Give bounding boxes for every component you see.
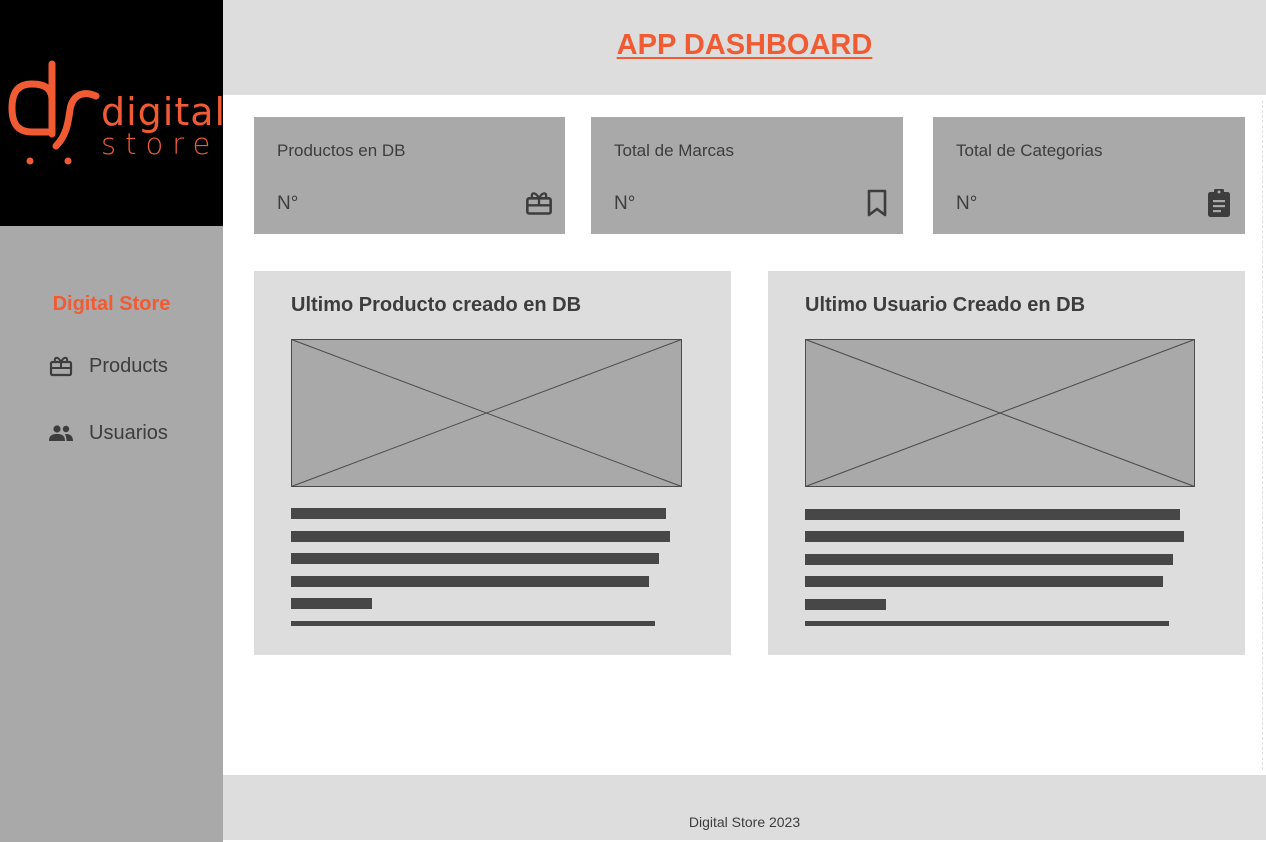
image-placeholder-icon xyxy=(805,339,1195,487)
text-placeholder-line xyxy=(291,576,649,587)
gift-box-icon xyxy=(48,353,74,379)
page-title: APP DASHBOARD xyxy=(616,29,873,61)
text-placeholder-line xyxy=(805,509,1180,520)
panel-last-user: Ultimo Usuario Creado en DB xyxy=(768,271,1245,655)
stat-title: Productos en DB xyxy=(277,141,406,160)
text-placeholder-line xyxy=(805,576,1163,587)
text-placeholder-line xyxy=(291,621,655,626)
panel-title: Ultimo Usuario Creado en DB xyxy=(805,294,1086,316)
image-placeholder-icon xyxy=(291,339,682,487)
text-placeholder-line xyxy=(291,508,666,519)
text-placeholder-line xyxy=(291,598,372,609)
sidebar-item-label: Products xyxy=(89,354,168,377)
sidebar: digital store Digital Store Products Usu… xyxy=(0,0,227,842)
logo-word-store: store xyxy=(101,127,220,161)
text-placeholder-line xyxy=(805,531,1184,542)
scroll-track[interactable] xyxy=(1262,100,1266,770)
dashboard-app: digital store Digital Store Products Usu… xyxy=(0,0,1266,842)
stat-title: Total de Marcas xyxy=(614,141,734,160)
bookmark-icon xyxy=(861,187,893,219)
footer-text: Digital Store 2023 xyxy=(688,814,801,830)
sidebar-brand[interactable]: Digital Store xyxy=(0,293,223,316)
sidebar-item-usuarios[interactable]: Usuarios xyxy=(48,418,168,448)
panel-title: Ultimo Producto creado en DB xyxy=(291,294,582,316)
cart-logo-icon xyxy=(8,60,100,165)
logo-word-digital: digital xyxy=(101,90,227,134)
footer: Digital Store 2023 xyxy=(223,775,1266,840)
stat-card-marcas: Total de Marcas N° xyxy=(591,117,903,234)
sidebar-item-products[interactable]: Products xyxy=(48,351,168,381)
text-placeholder-line xyxy=(291,553,659,564)
text-placeholder-line xyxy=(805,599,886,610)
logo[interactable]: digital store xyxy=(0,0,227,226)
panel-last-product: Ultimo Producto creado en DB xyxy=(254,271,731,655)
stat-card-productos: Productos en DB N° xyxy=(254,117,565,234)
stat-value: N° xyxy=(956,193,978,214)
text-placeholder-line xyxy=(805,621,1169,626)
gift-box-icon xyxy=(523,187,555,219)
clipboard-icon xyxy=(1203,187,1235,219)
users-icon xyxy=(48,420,74,446)
sidebar-item-label: Usuarios xyxy=(89,421,168,444)
stat-title: Total de Categorias xyxy=(956,141,1103,160)
text-placeholder-line xyxy=(291,531,670,542)
stat-card-categorias: Total de Categorias N° xyxy=(933,117,1245,234)
stat-value: N° xyxy=(277,193,299,214)
text-placeholder-line xyxy=(805,554,1173,565)
stat-value: N° xyxy=(614,193,636,214)
header: APP DASHBOARD xyxy=(223,0,1266,95)
